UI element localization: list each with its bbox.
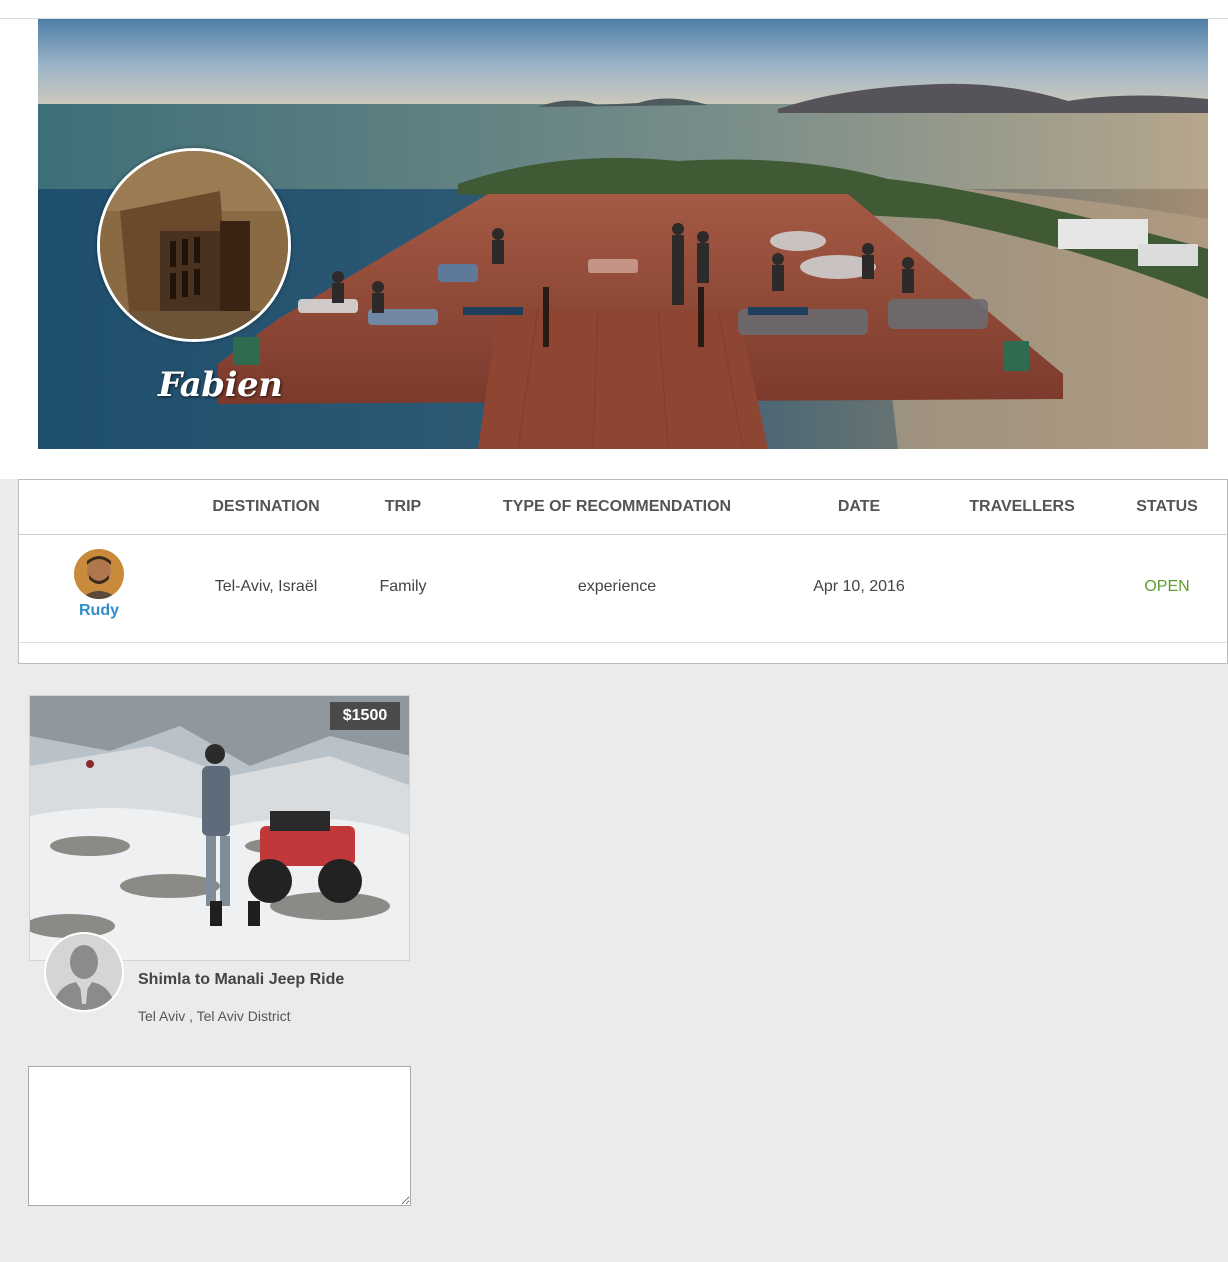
cell-type: experience [577, 578, 657, 595]
experience-location: Tel Aviv , Tel Aviv District [138, 1008, 291, 1024]
price-badge: $1500 [330, 702, 400, 730]
cell-date: Apr 10, 2016 [813, 578, 905, 595]
cell-trip: Family [379, 578, 427, 595]
header-trip: TRIP [384, 498, 422, 515]
experience-photo[interactable]: $1500 [29, 695, 410, 961]
table-header: DESTINATION TRIP TYPE OF RECOMMENDATION … [19, 480, 1227, 535]
experience-card[interactable]: $1500 Shimla to Manali Jeep Ride Tel Avi… [29, 695, 410, 1035]
person-silhouette-icon [44, 932, 124, 1012]
user-link[interactable]: Rudy [79, 602, 119, 620]
status-badge: OPEN [1144, 578, 1190, 595]
experience-title[interactable]: Shimla to Manali Jeep Ride [138, 971, 344, 989]
header-travellers: TRAVELLERS [969, 498, 1075, 515]
note-textarea[interactable] [28, 1066, 411, 1206]
header-destination: DESTINATION [212, 498, 320, 515]
table-row[interactable]: Rudy Tel-Aviv, Israël Family experience … [19, 535, 1227, 643]
user-avatar-art [74, 549, 124, 599]
profile-avatar[interactable] [97, 148, 291, 342]
profile-avatar-art [100, 151, 288, 339]
requests-table: DESTINATION TRIP TYPE OF RECOMMENDATION … [18, 479, 1228, 664]
header-type-of-recommendation: TYPE OF RECOMMENDATION [502, 498, 732, 515]
user-avatar[interactable] [74, 549, 124, 599]
header-date: DATE [837, 498, 881, 515]
experience-photo-art [30, 696, 409, 960]
profile-name: Fabien [158, 365, 283, 405]
header-status: STATUS [1136, 498, 1198, 515]
cell-destination: Tel-Aviv, Israël [214, 578, 318, 595]
